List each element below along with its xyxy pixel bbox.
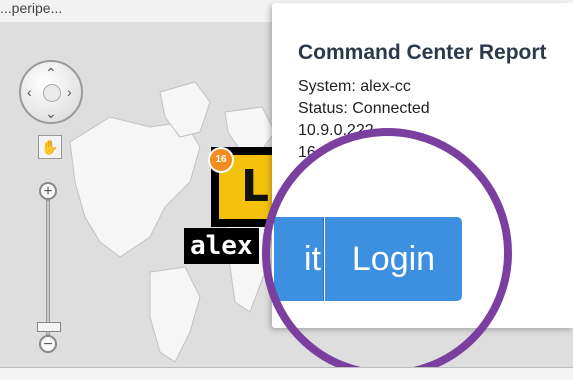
pan-center[interactable] bbox=[43, 84, 61, 102]
marker-label[interactable]: alex bbox=[184, 228, 259, 264]
europe-landmass bbox=[224, 106, 276, 153]
pan-right-icon[interactable]: › bbox=[67, 85, 72, 99]
zoom-slider[interactable]: + − bbox=[37, 182, 61, 357]
popup-status: Status: Connected bbox=[298, 100, 430, 117]
popup-ip: 10.9.0.222 bbox=[298, 122, 374, 139]
pan-down-icon[interactable]: ⌄ bbox=[45, 106, 57, 120]
top-text: ...peripe... bbox=[0, 0, 63, 16]
south-america-landmass bbox=[149, 266, 201, 363]
marker-letter: L bbox=[241, 161, 270, 212]
popup-title: Command Center Report bbox=[298, 41, 547, 64]
zoom-track[interactable] bbox=[46, 200, 50, 335]
pan-up-icon[interactable]: ⌃ bbox=[45, 66, 57, 80]
popup-system: System: alex-cc bbox=[298, 78, 411, 95]
hand-icon[interactable]: ✋ bbox=[38, 135, 62, 159]
pan-control[interactable]: ⌃ ⌄ ‹ › bbox=[19, 60, 83, 124]
north-america-landmass bbox=[69, 116, 201, 258]
zoom-out-button[interactable]: − bbox=[39, 335, 57, 353]
bottom-strip bbox=[0, 367, 573, 380]
pan-left-icon[interactable]: ‹ bbox=[27, 85, 32, 99]
popup-extra: 16 bbox=[298, 144, 316, 161]
marker-count-badge[interactable]: 16 bbox=[208, 147, 234, 173]
zoom-in-button[interactable]: + bbox=[39, 182, 57, 200]
edit-button[interactable]: it bbox=[274, 217, 324, 301]
login-button[interactable]: Login bbox=[325, 217, 462, 301]
zoom-handle[interactable] bbox=[37, 322, 61, 332]
